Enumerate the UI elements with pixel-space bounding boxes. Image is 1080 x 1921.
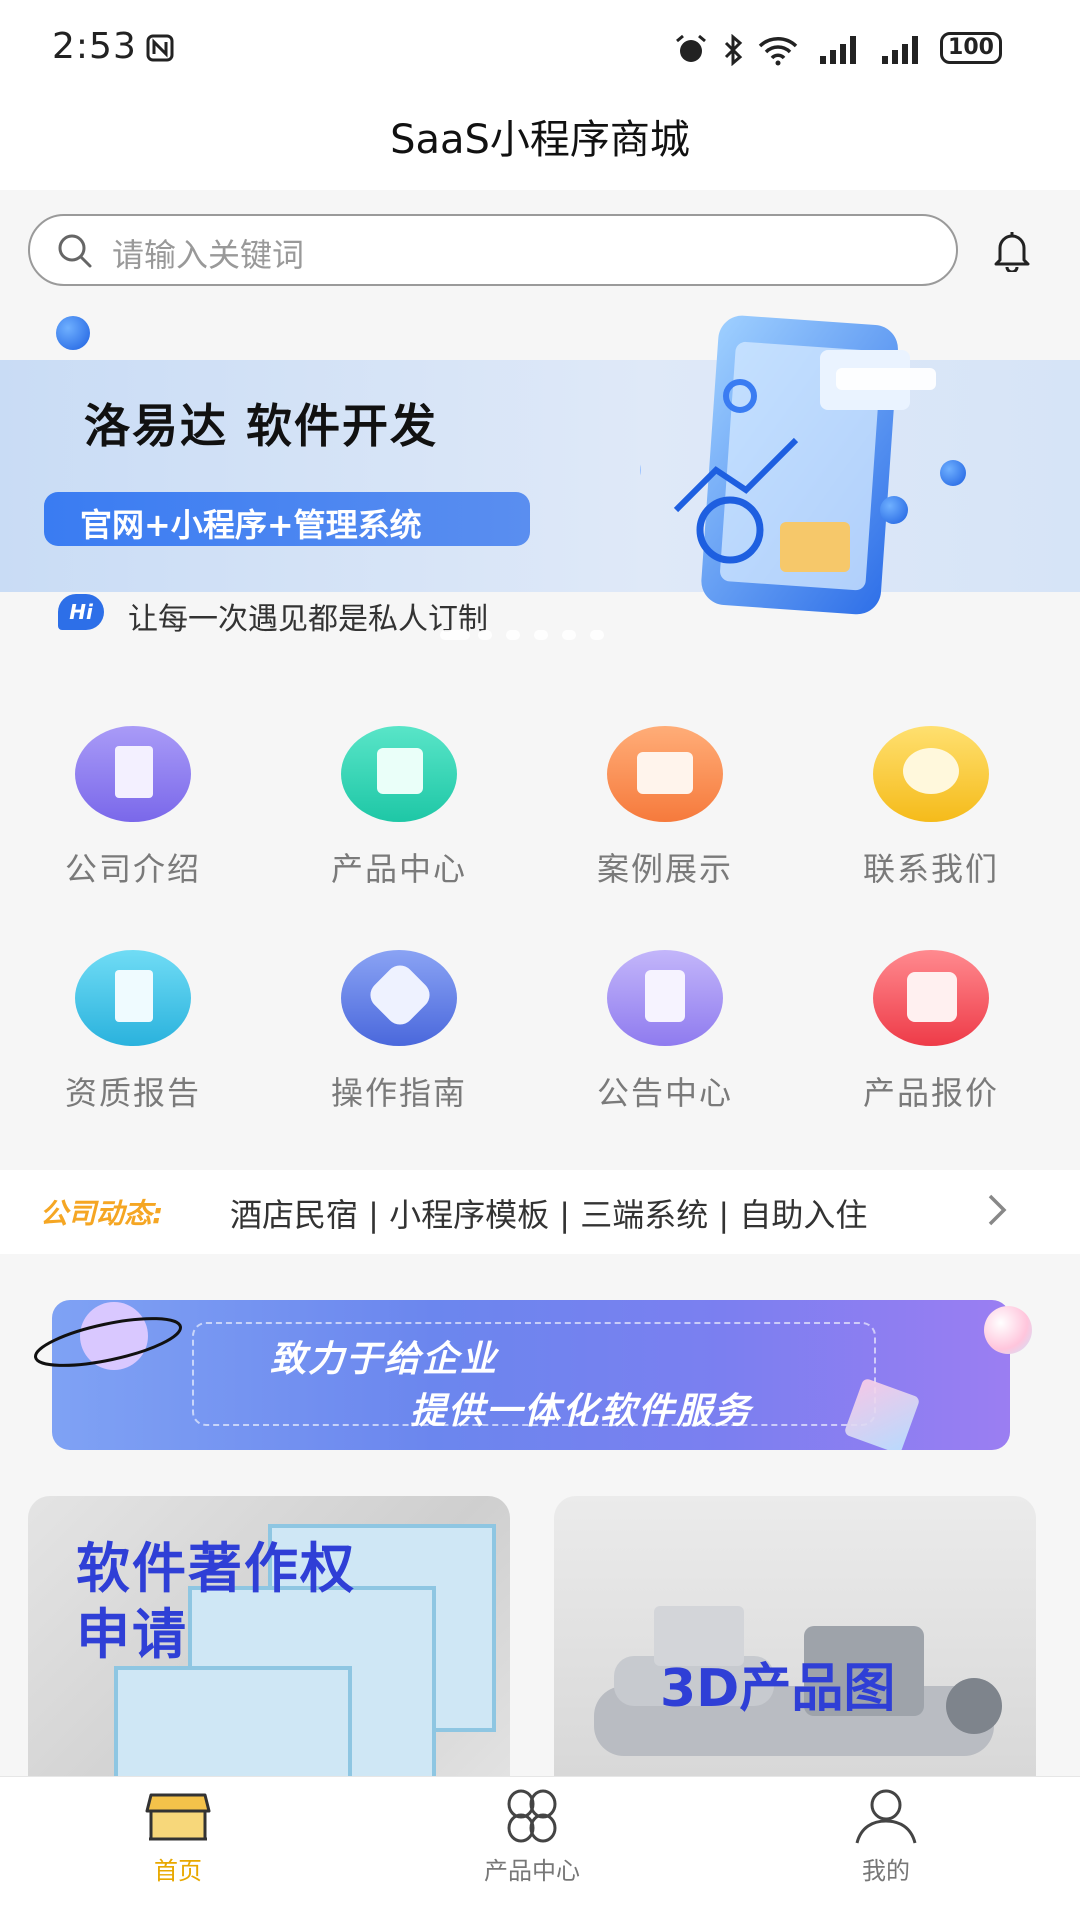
carousel-dot-active[interactable] bbox=[440, 630, 470, 640]
hi-badge-text: Hi bbox=[69, 600, 93, 624]
carousel-dot[interactable] bbox=[562, 630, 576, 640]
news-tag: 公司动态: bbox=[40, 1197, 164, 1230]
carousel-dot[interactable] bbox=[478, 630, 492, 640]
hi-badge-icon: Hi bbox=[58, 594, 104, 630]
tab-label: 产品中心 bbox=[484, 1857, 580, 1885]
banner-subtitle: 让每一次遇见都是私人订制 bbox=[128, 602, 488, 637]
tab-bar: 首页 产品中心 我的 bbox=[0, 1776, 1080, 1921]
decor-ball-icon bbox=[56, 316, 90, 350]
card-software-copyright[interactable]: 软件著作权 申请 bbox=[28, 1496, 510, 1776]
card-3d-product[interactable]: 3D产品图 bbox=[554, 1496, 1036, 1776]
nav-item-product-quote[interactable]: 产品报价 bbox=[831, 950, 1031, 1114]
nav-label: 资质报告 bbox=[64, 1074, 201, 1112]
tab-label: 我的 bbox=[862, 1857, 910, 1885]
planet-decor-icon bbox=[34, 1302, 182, 1370]
edit-note-icon bbox=[607, 950, 723, 1046]
bell-icon[interactable] bbox=[992, 230, 1032, 272]
certificate-image bbox=[114, 1666, 352, 1776]
search-placeholder: 请输入关键词 bbox=[112, 236, 305, 274]
nav-label: 操作指南 bbox=[330, 1074, 467, 1112]
signal-icon bbox=[820, 36, 856, 64]
page-title: SaaS小程序商城 bbox=[390, 117, 690, 163]
nfc-icon bbox=[146, 34, 174, 62]
battery-icon: 100 bbox=[940, 32, 1002, 64]
tab-home[interactable]: 首页 bbox=[78, 1787, 278, 1886]
banner-pill-text: 官网+小程序+管理系统 bbox=[80, 506, 422, 544]
nav-item-qualification-report[interactable]: 资质报告 bbox=[33, 950, 233, 1114]
store-icon bbox=[145, 1793, 211, 1841]
nav-item-contact-us[interactable]: 联系我们 bbox=[831, 726, 1031, 890]
nav-label: 案例展示 bbox=[596, 850, 733, 888]
search-input[interactable]: 请输入关键词 bbox=[28, 214, 958, 286]
nav-item-product-center[interactable]: 产品中心 bbox=[299, 726, 499, 890]
promo-line1: 致力于给企业 bbox=[270, 1339, 499, 1380]
nav-label: 公司介绍 bbox=[64, 850, 201, 888]
nav-item-company-intro[interactable]: 公司介绍 bbox=[33, 726, 233, 890]
card-title-line2: 申请 bbox=[76, 1603, 188, 1666]
nav-label: 产品中心 bbox=[330, 850, 467, 888]
decor-ball-icon bbox=[984, 1306, 1032, 1354]
nav-label: 公告中心 bbox=[596, 1074, 733, 1112]
tab-mine[interactable]: 我的 bbox=[786, 1787, 986, 1886]
status-time: 2:53 bbox=[52, 26, 137, 67]
signal-icon-2 bbox=[882, 36, 918, 64]
bluetooth-icon bbox=[724, 34, 743, 66]
status-bar: 2:53 100 bbox=[0, 0, 1080, 100]
carousel-dot[interactable] bbox=[506, 630, 520, 640]
nav-label: 产品报价 bbox=[862, 1074, 999, 1112]
banner-title: 洛易达 软件开发 bbox=[84, 399, 439, 453]
carousel-dot[interactable] bbox=[590, 630, 604, 640]
promo-banner[interactable]: 致力于给企业 提供一体化软件服务 bbox=[52, 1300, 1010, 1450]
nav-item-operation-guide[interactable]: 操作指南 bbox=[299, 950, 499, 1114]
banner-pill: 官网+小程序+管理系统 bbox=[44, 492, 530, 546]
carousel-dot[interactable] bbox=[534, 630, 548, 640]
clover-grid-icon bbox=[507, 1789, 557, 1843]
mail-icon bbox=[607, 726, 723, 822]
promo-line2: 提供一体化软件服务 bbox=[410, 1391, 753, 1432]
title-bar: SaaS小程序商城 bbox=[0, 100, 1080, 190]
nav-item-case-showcase[interactable]: 案例展示 bbox=[565, 726, 765, 890]
news-ticker[interactable]: 公司动态: 酒店民宿 | 小程序模板 | 三端系统 | 自助入住 bbox=[0, 1170, 1080, 1254]
shopping-bag-icon bbox=[341, 726, 457, 822]
nav-grid: 公司介绍 产品中心 案例展示 联系我们 资质报告 操作指南 公告中心 产品报价 bbox=[0, 700, 1080, 1160]
chevron-right-icon[interactable] bbox=[984, 1190, 1012, 1230]
alarm-icon bbox=[676, 34, 706, 62]
search-row: 请输入关键词 bbox=[0, 190, 1080, 310]
tab-product-center[interactable]: 产品中心 bbox=[432, 1787, 632, 1886]
card-title: 软件著作权 申请 bbox=[76, 1536, 356, 1668]
price-tag-icon bbox=[873, 950, 989, 1046]
news-text: 酒店民宿 | 小程序模板 | 三端系统 | 自助入住 bbox=[230, 1196, 868, 1234]
nav-item-announcement-center[interactable]: 公告中心 bbox=[565, 950, 765, 1114]
search-icon bbox=[58, 234, 92, 268]
nav-label: 联系我们 bbox=[862, 850, 999, 888]
verified-badge-icon bbox=[341, 950, 457, 1046]
card-title: 3D产品图 bbox=[660, 1659, 896, 1719]
tab-label: 首页 bbox=[154, 1857, 202, 1885]
card-title-line1: 软件著作权 bbox=[76, 1537, 356, 1600]
book-icon bbox=[75, 726, 191, 822]
decor-ball-icon bbox=[880, 496, 908, 524]
chat-bubble-icon bbox=[873, 726, 989, 822]
hero-banner[interactable]: 洛易达 软件开发 官网+小程序+管理系统 Hi 让每一次遇见都是私人订制 bbox=[0, 310, 1080, 660]
decor-ball-icon bbox=[940, 460, 966, 486]
wifi-icon bbox=[758, 37, 798, 66]
user-icon bbox=[855, 1789, 917, 1844]
battery-level: 100 bbox=[948, 35, 994, 60]
document-icon bbox=[75, 950, 191, 1046]
